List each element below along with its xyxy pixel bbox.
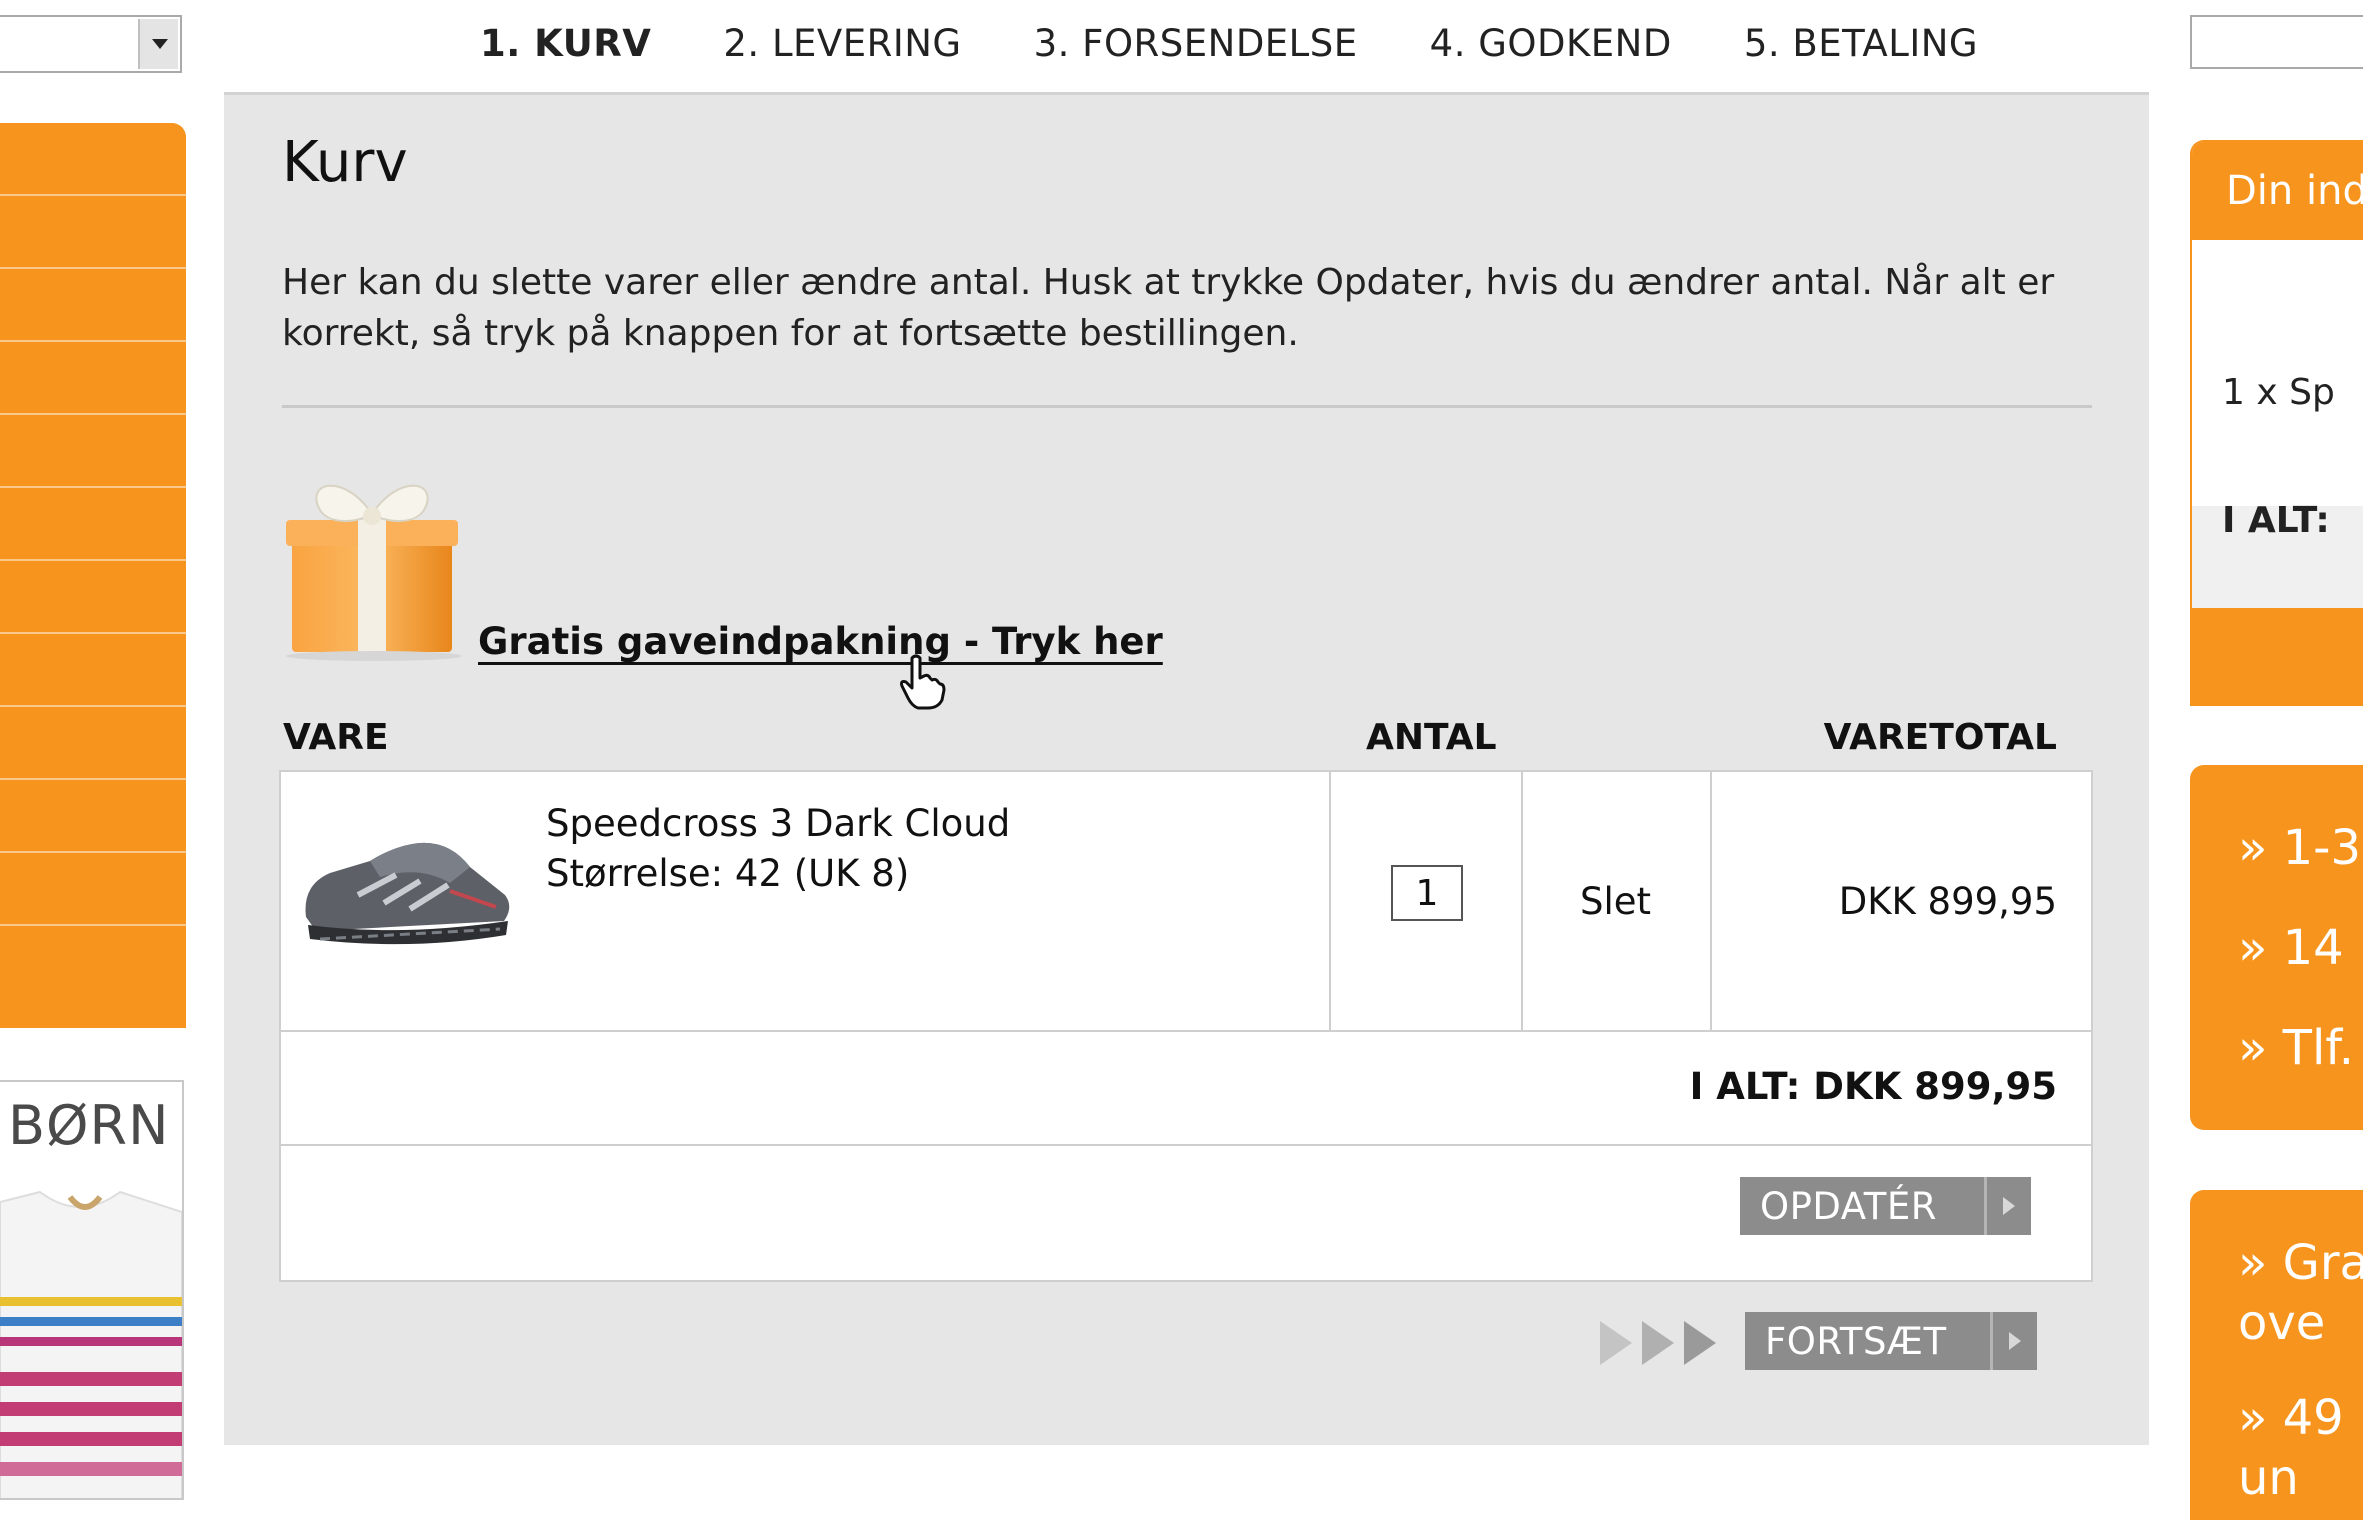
play-arrow-icon xyxy=(1984,1177,2031,1235)
left-category-select[interactable] xyxy=(0,15,182,73)
play-arrow-icon xyxy=(1990,1312,2037,1370)
menu-item[interactable] xyxy=(0,853,186,926)
cart-instructions: Her kan du slette varer eller ændre anta… xyxy=(282,262,2055,354)
step-kurv[interactable]: 1. KURV xyxy=(480,22,651,82)
continue-button-label: FORTSÆT xyxy=(1765,1319,1947,1363)
left-category-menu xyxy=(0,123,186,1028)
mini-basket-line[interactable]: 1 x Sp xyxy=(2222,372,2335,413)
menu-item[interactable] xyxy=(0,561,186,634)
menu-item[interactable] xyxy=(0,488,186,561)
info-line: ove xyxy=(2238,1295,2326,1351)
column-header-total: VARETOTAL xyxy=(1823,717,2057,758)
kids-banner-title: BØRN xyxy=(8,1094,170,1157)
info-box-offers: » Gra ove » 49 un xyxy=(2190,1190,2363,1520)
gift-box-icon[interactable] xyxy=(284,452,464,662)
step-forsendelse[interactable]: 3. FORSENDELSE xyxy=(1034,22,1358,82)
info-line: » 49 xyxy=(2238,1390,2344,1446)
kids-banner[interactable]: BØRN xyxy=(0,1080,184,1500)
step-levering[interactable]: 2. LEVERING xyxy=(723,22,961,82)
triple-arrow-icon xyxy=(1600,1321,1716,1365)
step-godkend[interactable]: 4. GODKEND xyxy=(1430,22,1672,82)
quantity-input[interactable] xyxy=(1391,865,1463,921)
product-size: Størrelse: 42 (UK 8) xyxy=(546,852,910,895)
update-button-label: OPDATÉR xyxy=(1760,1184,1937,1228)
chevron-down-icon[interactable] xyxy=(138,19,178,69)
divider xyxy=(282,405,2092,408)
menu-item[interactable] xyxy=(0,269,186,342)
mini-basket: Din ind 1 x Sp I ALT: xyxy=(2190,140,2363,706)
info-line: » 14 xyxy=(2238,920,2344,976)
menu-item[interactable] xyxy=(0,342,186,415)
mini-basket-title: Din ind xyxy=(2226,168,2363,214)
mini-basket-header: Din ind xyxy=(2192,142,2363,240)
product-name[interactable]: Speedcross 3 Dark Cloud xyxy=(546,802,1010,845)
continue-button[interactable]: FORTSÆT xyxy=(1745,1312,2037,1370)
checkout-steps: 1. KURV 2. LEVERING 3. FORSENDELSE 4. GO… xyxy=(480,22,2050,82)
menu-item[interactable] xyxy=(0,780,186,853)
info-line: » Gra xyxy=(2238,1235,2363,1291)
info-line: » Tlf. xyxy=(2238,1020,2354,1076)
mini-basket-total: I ALT: xyxy=(2222,500,2330,541)
info-line: » 1-3 xyxy=(2238,820,2362,876)
update-button[interactable]: OPDATÉR xyxy=(1740,1177,2031,1235)
right-search-input[interactable] xyxy=(2190,15,2363,69)
menu-item[interactable] xyxy=(0,123,186,196)
menu-item[interactable] xyxy=(0,707,186,780)
menu-item[interactable] xyxy=(0,415,186,488)
grand-total: I ALT: DKK 899,95 xyxy=(1689,1065,2057,1108)
delete-item-link[interactable]: Slet xyxy=(1580,880,1651,923)
line-total: DKK 899,95 xyxy=(1838,880,2057,923)
kids-tshirt-image xyxy=(0,1190,182,1498)
hand-cursor-icon xyxy=(900,654,946,710)
product-image[interactable] xyxy=(300,825,520,955)
menu-item[interactable] xyxy=(0,926,186,999)
step-betaling[interactable]: 5. BETALING xyxy=(1744,22,1978,82)
mini-basket-footer[interactable] xyxy=(2192,608,2363,704)
menu-item[interactable] xyxy=(0,196,186,269)
page-title: Kurv xyxy=(282,130,408,195)
column-header-item: VARE xyxy=(283,717,389,758)
info-line: un xyxy=(2238,1450,2299,1506)
menu-item[interactable] xyxy=(0,634,186,707)
info-box-delivery: » 1-3 » 14 » Tlf. xyxy=(2190,765,2363,1130)
gift-wrap-link[interactable]: Gratis gaveindpakning - Tryk her xyxy=(478,620,1163,663)
column-header-qty: ANTAL xyxy=(1366,717,1497,758)
